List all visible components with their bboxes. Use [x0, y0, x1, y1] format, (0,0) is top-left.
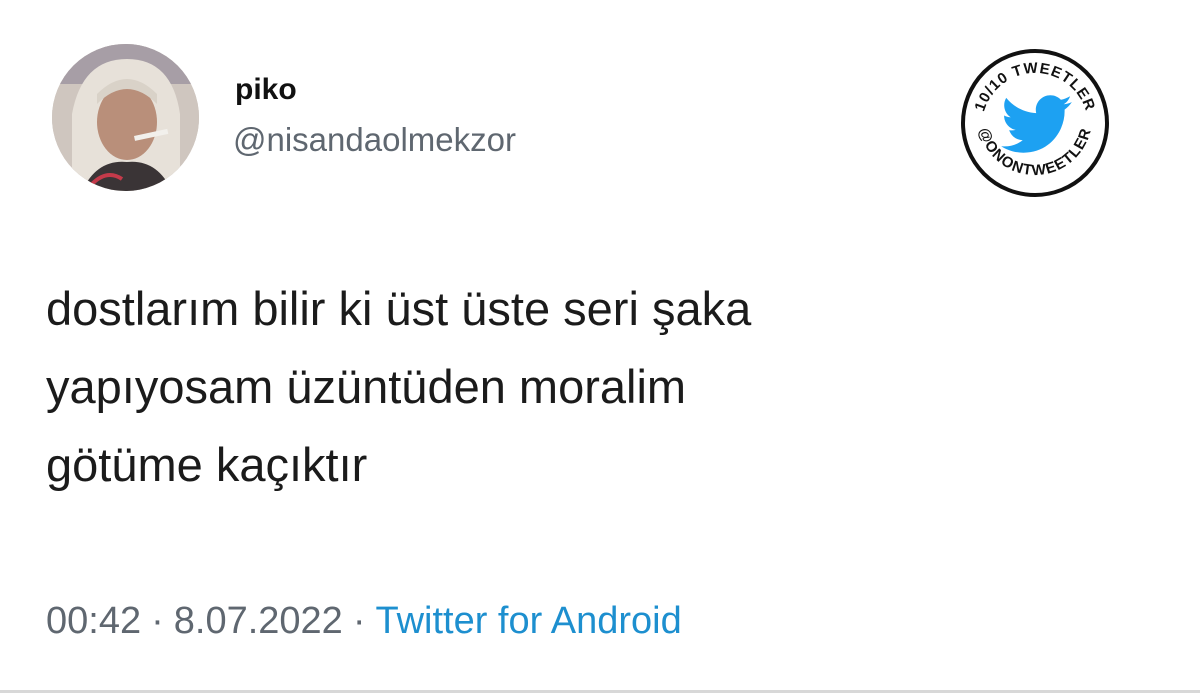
- tweet-date[interactable]: 8.07.2022: [174, 600, 343, 642]
- user-photo-icon: [52, 44, 199, 191]
- meta-separator: ·: [151, 600, 164, 642]
- avatar[interactable]: [52, 44, 199, 191]
- tweet-source-link[interactable]: Twitter for Android: [375, 600, 681, 642]
- tweet-time: 00:42: [46, 600, 142, 642]
- tweet-card: piko @nisandaolmekzor 10/10 TWEETLER @ON…: [0, 0, 1200, 693]
- meta-separator-2: ·: [352, 600, 366, 642]
- author-handle[interactable]: @nisandaolmekzor: [233, 120, 516, 160]
- author-display-name[interactable]: piko: [235, 72, 297, 108]
- tweet-text: dostlarım bilir ki üst üste seri şaka ya…: [46, 282, 752, 491]
- watermark-badge: 10/10 TWEETLER @ONONTWEETLER: [960, 48, 1110, 198]
- twitter-bird-icon: 10/10 TWEETLER @ONONTWEETLER: [961, 49, 1109, 197]
- tweet-meta: 00:42 · 8.07.2022 · Twitter for Android: [46, 598, 682, 644]
